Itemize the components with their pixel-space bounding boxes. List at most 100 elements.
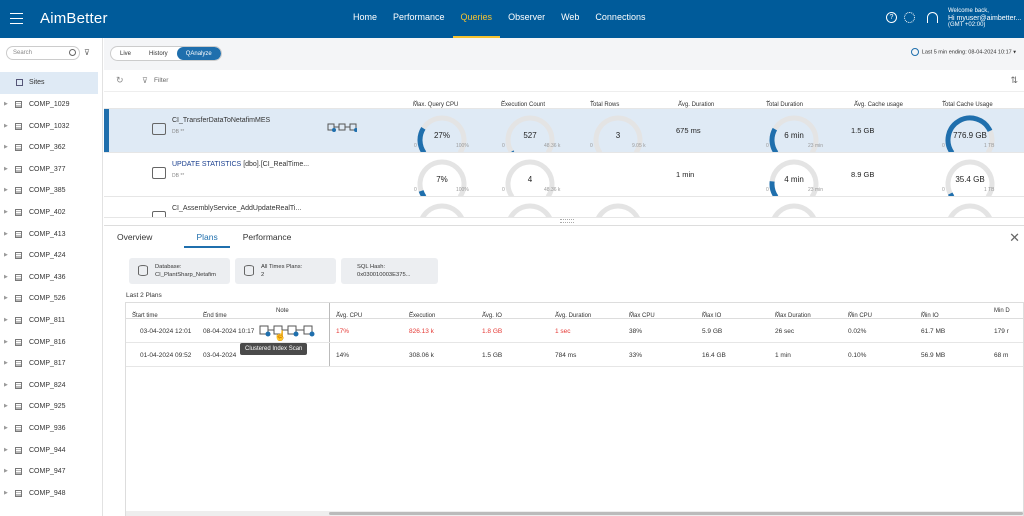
sidebar-item-site[interactable]: ▶ COMP_413 bbox=[0, 224, 98, 246]
time-range-picker[interactable]: Last 5 min ending: 08-04-2024 10:17 ▾ bbox=[910, 48, 1016, 56]
col-execution-count[interactable]: Execution Count ⌄ bbox=[501, 97, 545, 108]
help-icon[interactable]: ? bbox=[886, 12, 897, 23]
nav-queries[interactable]: Queries bbox=[452, 0, 501, 38]
sidebar-item-site[interactable]: ▶ COMP_1032 bbox=[0, 116, 98, 138]
col-max-duration[interactable]: Max Duration ⌄ bbox=[775, 308, 811, 319]
query-name[interactable]: CI_TransferDataToNetafimMES bbox=[172, 117, 270, 124]
col-avg-duration[interactable]: Avg. Duration ⌄ bbox=[678, 97, 714, 108]
filter-bar: ↻ ⊽ Filter ⇅ bbox=[104, 70, 1024, 92]
sidebar-item-site[interactable]: ▶ COMP_526 bbox=[0, 288, 98, 310]
nav-performance[interactable]: Performance bbox=[385, 0, 453, 38]
gauge-value: 4 bbox=[527, 175, 533, 184]
app-logo[interactable]: AimBetter bbox=[40, 10, 108, 27]
execution-plan-icon[interactable] bbox=[327, 121, 357, 135]
columns-settings-icon[interactable]: ⇅ bbox=[1010, 75, 1018, 86]
mode-live[interactable]: Live bbox=[111, 47, 140, 60]
sidebar-item-site[interactable]: ▶ COMP_362 bbox=[0, 137, 98, 159]
col-total-rows[interactable]: Total Rows ⌄ bbox=[590, 97, 619, 108]
chevron-right-icon[interactable]: ▶ bbox=[4, 123, 8, 129]
sidebar-item-site[interactable]: ▶ COMP_1029 bbox=[0, 94, 98, 116]
col-min-d[interactable]: Min D bbox=[994, 308, 1010, 314]
chevron-right-icon[interactable]: ▶ bbox=[4, 295, 8, 301]
chevron-right-icon[interactable]: ▶ bbox=[4, 468, 8, 474]
chevron-right-icon[interactable]: ▶ bbox=[4, 360, 8, 366]
sidebar-item-site[interactable]: ▶ COMP_436 bbox=[0, 267, 98, 289]
chevron-right-icon[interactable]: ▶ bbox=[4, 339, 8, 345]
gear-icon[interactable] bbox=[904, 12, 915, 23]
menu-icon[interactable] bbox=[10, 13, 23, 24]
plan-row[interactable]: 03-04-2024 12:01 08-04-2024 10:17 17% 82… bbox=[126, 319, 1023, 343]
col-total-cache-usage[interactable]: Total Cache Usage ⌄ bbox=[942, 97, 993, 108]
sidebar-item-sites[interactable]: Sites bbox=[0, 72, 98, 94]
chevron-right-icon[interactable]: ▶ bbox=[4, 490, 8, 496]
refresh-icon[interactable]: ↻ bbox=[116, 75, 124, 86]
col-end-time[interactable]: End time ⌄ bbox=[203, 308, 227, 319]
nav-home[interactable]: Home bbox=[345, 0, 385, 38]
col-total-duration[interactable]: Total Duration ⌄ bbox=[766, 97, 803, 108]
chevron-right-icon[interactable]: ▶ bbox=[4, 231, 8, 237]
nav-connections[interactable]: Connections bbox=[587, 0, 653, 38]
col-avg-cpu[interactable]: Avg. CPU ⌄ bbox=[336, 308, 362, 319]
execution-plan-icon[interactable] bbox=[258, 323, 322, 339]
chevron-right-icon[interactable]: ▶ bbox=[4, 187, 8, 193]
sidebar-item-site[interactable]: ▶ COMP_948 bbox=[0, 483, 98, 505]
sidebar-item-site[interactable]: ▶ COMP_936 bbox=[0, 418, 98, 440]
col-max-io[interactable]: Max IO ⌄ bbox=[702, 308, 721, 319]
col-avg-duration[interactable]: Avg. Duration ⌄ bbox=[555, 308, 591, 319]
nav-web[interactable]: Web bbox=[553, 0, 587, 38]
sidebar-item-site[interactable]: ▶ COMP_402 bbox=[0, 202, 98, 224]
chevron-right-icon[interactable]: ▶ bbox=[4, 425, 8, 431]
nav-observer[interactable]: Observer bbox=[500, 0, 553, 38]
search-icon[interactable] bbox=[69, 49, 76, 56]
chevron-right-icon[interactable]: ▶ bbox=[4, 144, 8, 150]
mode-qanalyze[interactable]: QAnalyze bbox=[176, 47, 221, 60]
chevron-right-icon[interactable]: ▶ bbox=[4, 166, 8, 172]
sidebar-item-site[interactable]: ▶ COMP_424 bbox=[0, 245, 98, 267]
query-name[interactable]: CI_AssemblyService_AddUpdateRealTi... bbox=[172, 205, 301, 212]
sidebar-item-site[interactable]: ▶ COMP_377 bbox=[0, 159, 98, 181]
col-min-cpu[interactable]: Min CPU ⌄ bbox=[848, 308, 872, 319]
mode-history[interactable]: History bbox=[140, 47, 177, 60]
sidebar-item-site[interactable]: ▶ COMP_947 bbox=[0, 461, 98, 483]
panel-splitter[interactable] bbox=[560, 219, 574, 223]
sidebar-item-site[interactable]: ▶ COMP_925 bbox=[0, 396, 98, 418]
sidebar-item-site[interactable]: ▶ COMP_811 bbox=[0, 310, 98, 332]
col-avg-io[interactable]: Avg. IO ⌄ bbox=[482, 308, 502, 319]
col-execution[interactable]: Execution ⌄ bbox=[409, 308, 435, 319]
query-row[interactable]: UPDATE STATISTICS [dbo].[CI_RealTime... D… bbox=[104, 153, 1024, 197]
query-row[interactable]: CI_TransferDataToNetafimMES DB ** 27% 0 100%… bbox=[104, 109, 1024, 153]
chevron-right-icon[interactable]: ▶ bbox=[4, 317, 8, 323]
scrollbar-thumb[interactable] bbox=[329, 512, 1023, 515]
chevron-right-icon[interactable]: ▶ bbox=[4, 382, 8, 388]
tab-overview[interactable]: Overview bbox=[117, 226, 152, 248]
sidebar-item-site[interactable]: ▶ COMP_944 bbox=[0, 440, 98, 462]
col-note[interactable]: Note bbox=[276, 308, 289, 314]
horizontal-scrollbar[interactable] bbox=[126, 511, 1023, 516]
sidebar-item-site[interactable]: ▶ COMP_816 bbox=[0, 332, 98, 354]
filter-icon[interactable]: ⊽ bbox=[84, 48, 90, 57]
query-name[interactable]: UPDATE STATISTICS [dbo].[CI_RealTime... bbox=[172, 161, 309, 168]
col-max-query-cpu[interactable]: Max. Query CPU ⌄ bbox=[413, 97, 458, 108]
chevron-right-icon[interactable]: ▶ bbox=[4, 209, 8, 215]
chevron-right-icon[interactable]: ▶ bbox=[4, 252, 8, 258]
sidebar-item-site[interactable]: ▶ COMP_385 bbox=[0, 180, 98, 202]
user-icon[interactable] bbox=[927, 12, 938, 23]
filter-icon[interactable]: ⊽ bbox=[142, 76, 148, 85]
tab-plans[interactable]: Plans bbox=[184, 226, 230, 248]
chevron-right-icon[interactable]: ▶ bbox=[4, 274, 8, 280]
sidebar-item-site[interactable]: ▶ COMP_817 bbox=[0, 353, 98, 375]
filter-label[interactable]: Filter bbox=[154, 77, 168, 84]
sidebar-item-site[interactable]: ▶ COMP_824 bbox=[0, 375, 98, 397]
col-max-cpu[interactable]: Max CPU ⌄ bbox=[629, 308, 655, 319]
chevron-right-icon[interactable]: ▶ bbox=[4, 101, 8, 107]
sidebar-search-input[interactable]: Search bbox=[6, 46, 80, 60]
tab-performance[interactable]: Performance bbox=[243, 226, 292, 248]
chevron-right-icon[interactable]: ▶ bbox=[4, 403, 8, 409]
user-info[interactable]: Welcome back, Hi myuser@aimbetter... (GM… bbox=[948, 8, 1021, 29]
col-start-time[interactable]: Start time ⌄ bbox=[132, 308, 158, 319]
close-icon[interactable]: ✕ bbox=[1009, 230, 1020, 246]
col-avg-cache-usage[interactable]: Avg. Cache usage ⌄ bbox=[854, 97, 903, 108]
chevron-right-icon[interactable]: ▶ bbox=[4, 447, 8, 453]
col-min-io[interactable]: Min IO ⌄ bbox=[921, 308, 939, 319]
query-row[interactable]: CI_AssemblyService_AddUpdateRealTi... bbox=[104, 197, 1024, 218]
